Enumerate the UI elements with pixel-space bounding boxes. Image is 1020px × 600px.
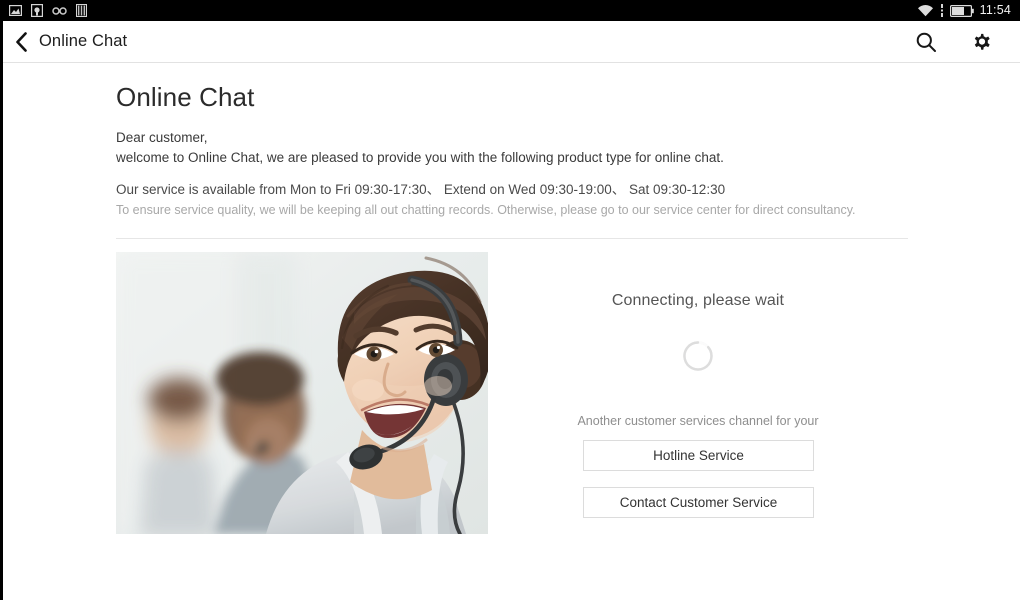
status-bar-clock: 11:54 [979, 3, 1011, 18]
section-divider [116, 238, 908, 239]
back-chevron-icon [15, 31, 27, 52]
connecting-status-text: Connecting, please wait [611, 292, 785, 309]
privacy-notice-text: To ensure service quality, we will be ke… [116, 203, 856, 217]
signal-dots-icon [940, 4, 943, 17]
welcome-line: welcome to Online Chat, we are pleased t… [116, 150, 724, 165]
loading-spinner [682, 340, 714, 372]
wifi-icon [917, 5, 933, 17]
image-thumbnail-icon [9, 5, 22, 16]
hotline-service-button[interactable]: Hotline Service [583, 440, 814, 471]
app-bar: Online Chat [3, 21, 1020, 63]
customer-service-photo [116, 252, 488, 534]
contact-customer-service-button[interactable]: Contact Customer Service [583, 487, 814, 518]
sim-card-icon [76, 4, 87, 17]
app-bar-title: Online Chat [39, 32, 128, 50]
greeting-line: Dear customer, [116, 130, 208, 145]
alternate-channel-note: Another customer services channel for yo… [577, 414, 819, 428]
status-bar: 11:54 [0, 0, 1020, 21]
tablet-screen: 11:54 Online Chat Online Chat Dear custo… [0, 0, 1020, 600]
intro-text-block: Dear customer, welcome to Online Chat, w… [116, 128, 724, 168]
search-button[interactable] [912, 28, 940, 56]
left-bezel [0, 0, 3, 600]
photo-artwork [116, 252, 488, 534]
page-content: Online Chat Dear customer, welcome to On… [3, 64, 1020, 600]
spinner-ring-icon [683, 341, 713, 371]
gear-icon [974, 33, 990, 50]
app-bar-actions [912, 28, 996, 56]
infinity-icon [52, 6, 67, 15]
search-icon [916, 32, 936, 52]
status-bar-right-icons: 11:54 [917, 4, 1011, 17]
service-hours-text: Our service is available from Mon to Fri… [116, 182, 726, 197]
back-button[interactable] [7, 21, 35, 63]
battery-icon [949, 4, 974, 17]
status-bar-left-icons [9, 4, 87, 17]
page-title: Online Chat [116, 82, 255, 112]
settings-button[interactable] [968, 28, 996, 56]
connection-panel: Connecting, please wait Another customer… [523, 252, 993, 552]
sd-card-icon [31, 4, 43, 17]
